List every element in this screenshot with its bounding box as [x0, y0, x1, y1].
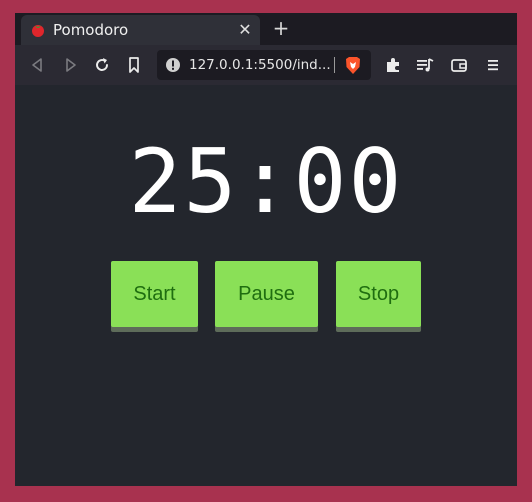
- start-button[interactable]: Start: [111, 261, 198, 327]
- browser-window: Pomodoro ✕ + 127.0.0.1:5500/ind... 25:00…: [15, 13, 517, 486]
- stop-button[interactable]: Stop: [336, 261, 421, 327]
- info-icon[interactable]: [165, 57, 181, 73]
- tomato-favicon-icon: [32, 25, 44, 37]
- forward-icon[interactable]: [60, 55, 80, 75]
- url-separator: [334, 57, 335, 73]
- wallet-icon[interactable]: [449, 55, 469, 75]
- back-icon[interactable]: [28, 55, 48, 75]
- address-bar[interactable]: 127.0.0.1:5500/ind...: [157, 50, 371, 80]
- url-text: 127.0.0.1:5500/ind...: [189, 57, 331, 73]
- pause-button[interactable]: Pause: [215, 261, 318, 327]
- toolbar: 127.0.0.1:5500/ind...: [15, 45, 517, 85]
- menu-icon[interactable]: [483, 55, 503, 75]
- close-icon[interactable]: ✕: [234, 19, 256, 41]
- extensions-icon[interactable]: [383, 55, 403, 75]
- plus-icon[interactable]: +: [270, 17, 292, 39]
- bookmark-icon[interactable]: [124, 55, 144, 75]
- page-content: 25:00 Start Pause Stop: [15, 85, 517, 486]
- tab-strip: Pomodoro ✕ +: [15, 13, 517, 45]
- playlist-icon[interactable]: [415, 55, 435, 75]
- reload-icon[interactable]: [92, 55, 112, 75]
- timer-display: 25:00: [128, 130, 404, 233]
- brave-shield-icon[interactable]: [344, 56, 362, 75]
- tab-title: Pomodoro: [53, 21, 129, 39]
- tab-pomodoro[interactable]: Pomodoro ✕: [21, 15, 260, 45]
